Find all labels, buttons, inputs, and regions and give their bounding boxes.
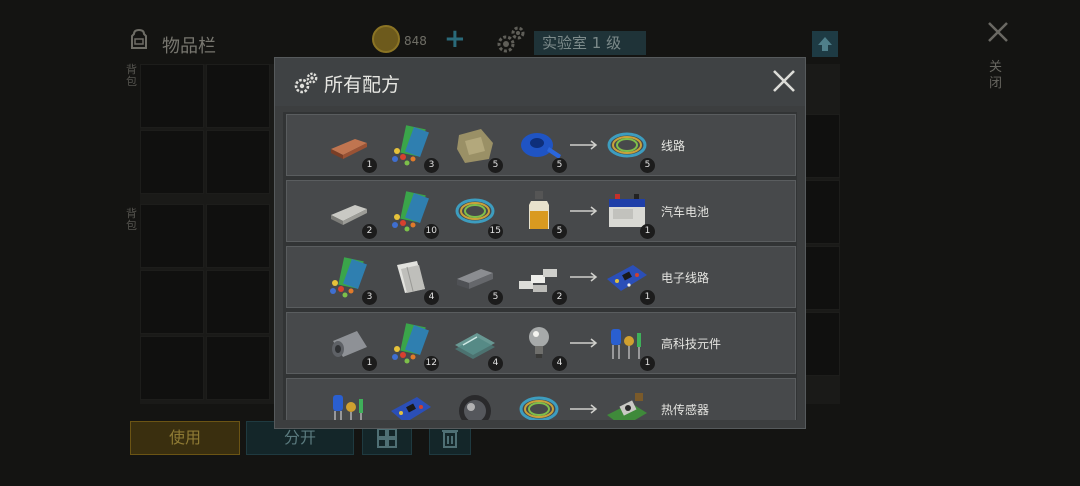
heat-sensor-icon: [603, 385, 651, 420]
side-label-top: 背包: [126, 63, 137, 88]
side-label-mid: 背包: [126, 207, 137, 232]
recipe-result-name: 汽车电池: [661, 205, 710, 219]
lab-level-label: 实验室 1 级: [534, 31, 646, 55]
quantity-badge: 1: [640, 224, 655, 239]
hi-tech-components-icon: 1: [603, 319, 655, 371]
quantity-badge: 2: [552, 290, 567, 305]
car-battery-icon: 1: [603, 187, 655, 239]
coin-count: 848: [404, 34, 427, 48]
inventory-slot[interactable]: [140, 64, 204, 128]
quantity-badge: 1: [640, 290, 655, 305]
inventory-slot[interactable]: [206, 64, 270, 128]
silver-bars-icon: 2: [515, 253, 567, 305]
inventory-slot[interactable]: [206, 204, 270, 268]
quantity-badge: 4: [552, 356, 567, 371]
paper-stack-icon: 4: [387, 253, 439, 305]
close-icon[interactable]: [771, 68, 797, 94]
fluid-bottle-icon: 5: [515, 187, 567, 239]
inventory-slot[interactable]: [140, 270, 204, 334]
electronic-components-icon: 3: [325, 253, 377, 305]
recipe-result-name: 电子线路: [661, 271, 710, 285]
add-coins-button[interactable]: +: [444, 24, 466, 54]
wire-coil-icon: [515, 385, 563, 420]
electronic-components-icon: 12: [387, 319, 439, 371]
quantity-badge: 5: [552, 158, 567, 173]
recipe-result-name: 线路: [661, 139, 686, 153]
arrow-right-icon: [570, 272, 598, 282]
arrow-up-icon: [818, 37, 832, 51]
quantity-badge: 15: [487, 224, 503, 239]
quantity-badge: 10: [423, 224, 439, 239]
wire-coil-icon: 5: [603, 121, 655, 173]
backpack-icon: [131, 28, 147, 49]
copper-ingot-icon: 1: [325, 121, 377, 173]
recipe-list[interactable]: 1 3 5 5 5 线路 2 10 15 5 1 汽车电池 3 4 5 2 1 …: [283, 112, 797, 420]
quantity-badge: 2: [362, 224, 377, 239]
dialog-title: 所有配方: [324, 74, 401, 96]
quantity-badge: 5: [640, 158, 655, 173]
quantity-badge: 4: [488, 356, 503, 371]
cloth-icon: 5: [451, 121, 503, 173]
upgrade-button[interactable]: [812, 31, 838, 57]
quantity-badge: 1: [362, 356, 377, 371]
inventory-slot[interactable]: [206, 336, 270, 400]
quantity-badge: 3: [424, 158, 439, 173]
blue-tape-icon: 5: [515, 121, 567, 173]
recipe-row[interactable]: 热传感器: [286, 378, 796, 420]
inventory-slot[interactable]: [206, 130, 270, 194]
recipe-row[interactable]: 1 3 5 5 5 线路: [286, 114, 796, 176]
arrow-right-icon: [570, 338, 598, 348]
glass-pane-icon: 4: [451, 319, 503, 371]
gears-icon: [497, 26, 525, 53]
quantity-badge: 1: [640, 356, 655, 371]
coin-icon: [372, 25, 400, 53]
dialog-header: 所有配方: [275, 58, 805, 106]
quantity-badge: 5: [488, 290, 503, 305]
light-bulb-icon: 4: [515, 319, 567, 371]
electronic-components-icon: 3: [387, 121, 439, 173]
electronic-components-icon: 10: [387, 187, 439, 239]
quantity-badge: 5: [488, 158, 503, 173]
quantity-badge: 3: [362, 290, 377, 305]
lens-icon: [451, 385, 499, 420]
quantity-badge: 12: [423, 356, 439, 371]
metal-sheet-roll-icon: 1: [325, 319, 377, 371]
circuit-board-icon: 1: [603, 253, 655, 305]
arrow-right-icon: [570, 404, 598, 414]
recipe-result-name: 高科技元件: [661, 337, 722, 351]
sort-grid-icon: [377, 428, 397, 448]
quantity-badge: 1: [362, 158, 377, 173]
recipe-row[interactable]: 2 10 15 5 1 汽车电池: [286, 180, 796, 242]
inventory-slot[interactable]: [140, 336, 204, 400]
close-label: 关闭: [989, 60, 1003, 91]
steel-bar-icon: 5: [451, 253, 503, 305]
quantity-badge: 4: [424, 290, 439, 305]
inventory-slot[interactable]: [140, 204, 204, 268]
trash-icon: [442, 430, 458, 448]
wire-coil-icon: 15: [451, 187, 503, 239]
inventory-slot[interactable]: [206, 270, 270, 334]
all-recipes-dialog: 所有配方 1 3 5 5 5 线路 2 10 15 5 1 汽车电池 3 4 5…: [274, 57, 806, 429]
use-button[interactable]: 使用: [130, 421, 240, 455]
quantity-badge: 5: [552, 224, 567, 239]
recipe-row[interactable]: 3 4 5 2 1 电子线路: [286, 246, 796, 308]
circuit-board-icon: [387, 385, 435, 420]
arrow-right-icon: [570, 206, 598, 216]
recipe-row[interactable]: 1 12 4 4 1 高科技元件: [286, 312, 796, 374]
arrow-right-icon: [570, 140, 598, 150]
gears-icon: [294, 72, 318, 94]
metal-ingot-icon: 2: [325, 187, 377, 239]
hi-tech-components-icon: [325, 385, 373, 420]
close-icon[interactable]: [986, 20, 1010, 44]
inventory-slot[interactable]: [140, 130, 204, 194]
recipe-result-name: 热传感器: [661, 403, 710, 417]
